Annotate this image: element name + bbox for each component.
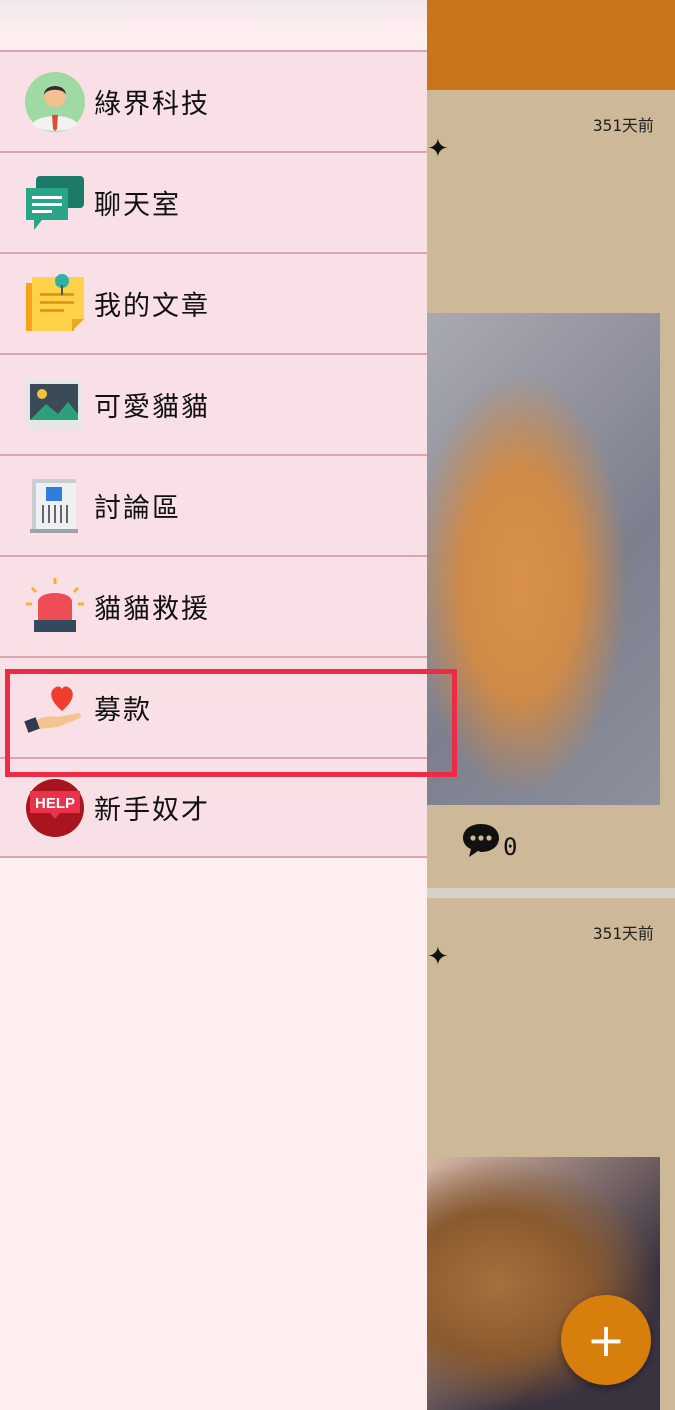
drawer-item-my-articles[interactable]: 我的文章: [0, 252, 427, 353]
drawer-item-label: 新手奴才: [94, 795, 210, 826]
drawer-item-chatroom[interactable]: 聊天室: [0, 151, 427, 252]
post-time: 351天前: [593, 924, 654, 943]
newspaper-icon: [24, 475, 86, 537]
image-landscape-icon: [24, 374, 86, 436]
drawer-item-cat-rescue[interactable]: 貓貓救援: [0, 555, 427, 656]
drawer-item-label: 我的文章: [94, 291, 210, 322]
comment-count: 0: [503, 833, 518, 861]
help-badge-text: HELP: [35, 795, 75, 812]
chat-bubble-icon: [24, 172, 86, 234]
post-photo[interactable]: [427, 313, 660, 805]
drawer-item-label: 討論區: [94, 493, 181, 524]
drawer-item-ecpay[interactable]: 綠界科技: [0, 50, 427, 151]
sticky-note-icon: [24, 273, 86, 335]
background-feed: 351天前 ✦ 0 351天前 ✦: [427, 0, 675, 1410]
drawer-item-label: 綠界科技: [94, 89, 210, 120]
post-time: 351天前: [593, 116, 654, 135]
person-avatar-icon: [24, 71, 86, 133]
drawer-item-discussion[interactable]: 討論區: [0, 454, 427, 555]
drawer-item-label: 聊天室: [94, 190, 181, 221]
add-post-button[interactable]: +: [561, 1295, 651, 1385]
drawer-item-cute-cats[interactable]: 可愛貓貓: [0, 353, 427, 454]
divider: [427, 888, 675, 898]
help-badge-icon: HELP: [24, 777, 86, 839]
comment-icon[interactable]: [461, 820, 501, 860]
siren-icon: [24, 576, 86, 638]
drawer-header: [0, 0, 427, 50]
drawer-item-label: 可愛貓貓: [94, 392, 210, 423]
app-bar: [427, 0, 675, 90]
sparkle-icon: ✦: [427, 942, 449, 972]
drawer-item-label: 貓貓救援: [94, 594, 210, 625]
sparkle-icon: ✦: [427, 134, 449, 164]
highlight-box: [5, 669, 457, 777]
